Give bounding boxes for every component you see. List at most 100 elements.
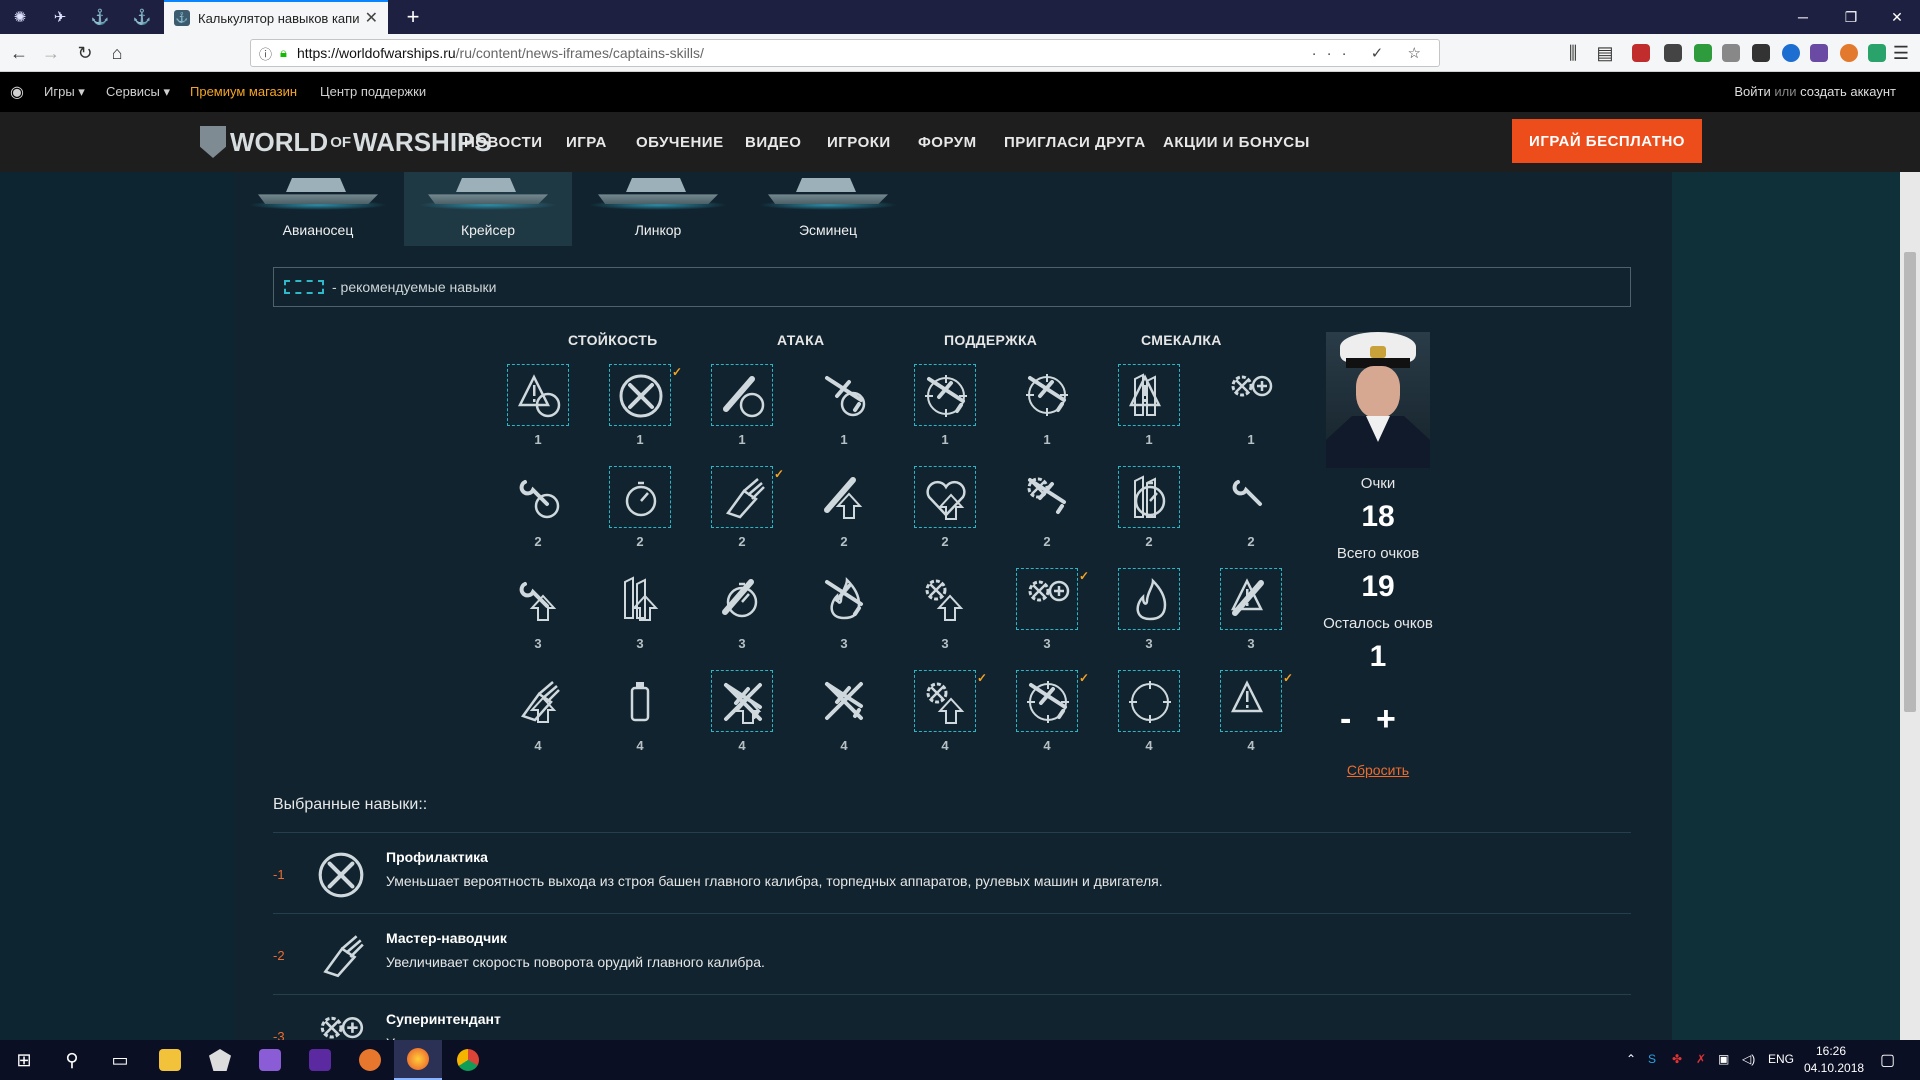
ship-type-carrier[interactable]: Авианосец <box>234 172 402 246</box>
forward-button[interactable]: → <box>38 40 64 66</box>
ship-type-battleship[interactable]: Линкор <box>574 172 742 246</box>
skill-15[interactable] <box>1118 466 1180 528</box>
pinned-tab-wows-1[interactable]: ⚓ <box>80 0 120 34</box>
games-menu[interactable]: Игры ▾ <box>44 84 85 100</box>
pinned-tab-steam[interactable]: ✈ <box>40 0 80 34</box>
skill-8[interactable] <box>1220 364 1282 426</box>
task-view-button[interactable]: ▭ <box>96 1040 144 1080</box>
skill-31[interactable] <box>1118 670 1180 732</box>
premium-shop-link[interactable]: Премиум магазин <box>190 84 297 99</box>
nav-invite[interactable]: ПРИГЛАСИ ДРУГА <box>1004 134 1146 151</box>
skill-6[interactable] <box>1016 364 1078 426</box>
active-tab[interactable]: ⚓ Калькулятор навыков капитан ✕ <box>164 0 388 34</box>
ship-type-destroyer[interactable]: Эсминец <box>744 172 912 246</box>
home-button[interactable]: ⌂ <box>104 40 130 66</box>
login-link[interactable]: Войти <box>1734 84 1770 99</box>
skill-24[interactable] <box>1220 568 1282 630</box>
increase-points-button[interactable]: + <box>1376 700 1396 739</box>
selected-skill-row[interactable]: -2 Мастер-наводчик Увеличивает скорость по… <box>273 913 1631 995</box>
skill-2[interactable]: ✓ <box>609 364 682 426</box>
skill-28[interactable] <box>813 670 875 732</box>
skill-3[interactable] <box>711 364 773 426</box>
extension-icon[interactable] <box>1868 44 1886 62</box>
skill-29[interactable]: ✓ <box>914 670 987 732</box>
support-link[interactable]: Центр поддержки <box>320 84 426 99</box>
wows-logo[interactable]: WORLD OF WARSHIPS <box>200 122 492 162</box>
skill-1[interactable] <box>507 364 569 426</box>
nav-players[interactable]: ИГРОКИ <box>827 134 891 151</box>
library-icon[interactable]: ⫼ <box>1560 40 1586 66</box>
start-button[interactable]: ⊞ <box>0 1040 48 1080</box>
skill-25[interactable] <box>507 670 569 732</box>
nav-news[interactable]: НОВОСТИ <box>464 134 543 151</box>
skill-5[interactable] <box>914 364 976 426</box>
selected-skill-row[interactable]: -1 Профилактика Уменьшает вероятность выхо… <box>273 832 1631 914</box>
skill-23[interactable] <box>1118 568 1180 630</box>
skill-21[interactable] <box>914 568 976 630</box>
tray-app-icon[interactable]: ✗ <box>1696 1052 1706 1066</box>
tray-expand-icon[interactable]: ⌃ <box>1626 1052 1636 1066</box>
close-window-button[interactable]: ✕ <box>1874 0 1920 34</box>
ublock-icon[interactable] <box>1632 44 1650 62</box>
skill-14[interactable] <box>1016 466 1078 528</box>
taskbar-chrome[interactable] <box>444 1040 492 1080</box>
skill-9[interactable] <box>507 466 569 528</box>
nav-forum[interactable]: ФОРУМ <box>918 134 977 151</box>
url-bar[interactable]: ⓘ 🔒︎ https://worldofwarships.ru/ru/conte… <box>250 39 1440 67</box>
skill-4[interactable] <box>813 364 875 426</box>
network-icon[interactable]: ▣ <box>1718 1052 1729 1066</box>
extension-icon[interactable] <box>1782 44 1800 62</box>
skill-26[interactable] <box>609 670 671 732</box>
tray-app-icon[interactable]: ✤ <box>1672 1052 1682 1066</box>
extension-icon[interactable] <box>1810 44 1828 62</box>
skill-11[interactable]: ✓ <box>711 466 784 528</box>
reset-link[interactable]: Сбросить <box>1296 762 1460 778</box>
skill-16[interactable] <box>1220 466 1282 528</box>
language-indicator[interactable]: ENG <box>1768 1052 1794 1066</box>
skype-icon[interactable]: S <box>1648 1052 1656 1066</box>
scrollbar-thumb[interactable] <box>1904 252 1916 712</box>
extension-icon[interactable] <box>1752 44 1770 62</box>
clock[interactable]: 16:26 04.10.2018 <box>1804 1043 1864 1077</box>
skill-22[interactable]: ✓ <box>1016 568 1089 630</box>
page-actions[interactable]: ··· ✓ ☆ <box>1312 44 1431 62</box>
services-menu[interactable]: Сервисы ▾ <box>106 84 170 100</box>
play-free-button[interactable]: ИГРАЙ БЕСПЛАТНО <box>1512 119 1702 163</box>
minimize-button[interactable]: ─ <box>1780 0 1826 34</box>
skill-10[interactable] <box>609 466 671 528</box>
skill-19[interactable] <box>711 568 773 630</box>
nav-video[interactable]: ВИДЕО <box>745 134 801 151</box>
scrollbar[interactable] <box>1900 172 1920 1040</box>
sidebar-icon[interactable]: ▤ <box>1592 40 1618 66</box>
reload-button[interactable]: ↻ <box>72 40 98 66</box>
taskbar-app[interactable] <box>196 1040 244 1080</box>
taskbar-app-orange[interactable] <box>346 1040 394 1080</box>
wargaming-logo-icon[interactable]: ◉ <box>10 82 24 102</box>
nav-game[interactable]: ИГРА <box>566 134 607 151</box>
url-text[interactable]: https://worldofwarships.ru/ru/content/ne… <box>297 45 1312 61</box>
pinned-tab-wows-2[interactable]: ⚓ <box>122 0 162 34</box>
new-tab-button[interactable]: + <box>396 0 430 34</box>
skill-18[interactable] <box>609 568 671 630</box>
taskbar-explorer[interactable] <box>146 1040 194 1080</box>
skill-13[interactable] <box>914 466 976 528</box>
back-button[interactable]: ← <box>6 40 32 66</box>
restore-button[interactable]: ❐ <box>1828 0 1874 34</box>
skill-30[interactable]: ✓ <box>1016 670 1089 732</box>
taskbar-app-purple[interactable] <box>296 1040 344 1080</box>
skill-17[interactable] <box>507 568 569 630</box>
nav-promotions[interactable]: АКЦИИ И БОНУСЫ <box>1163 134 1310 151</box>
taskbar-firefox[interactable] <box>394 1040 442 1080</box>
volume-icon[interactable]: ◁) <box>1742 1052 1755 1066</box>
skill-20[interactable] <box>813 568 875 630</box>
skill-27[interactable] <box>711 670 773 732</box>
ship-type-cruiser[interactable]: Крейсер <box>404 172 572 246</box>
skill-12[interactable] <box>813 466 875 528</box>
search-button[interactable]: ⚲ <box>48 1040 96 1080</box>
menu-icon[interactable]: ☰ <box>1888 40 1914 66</box>
pinned-tab-wargaming[interactable]: ✺ <box>0 0 40 34</box>
decrease-points-button[interactable]: - <box>1340 700 1351 739</box>
taskbar-visual-studio[interactable] <box>246 1040 294 1080</box>
extension-icon[interactable] <box>1840 44 1858 62</box>
shield-icon[interactable] <box>1694 44 1712 62</box>
